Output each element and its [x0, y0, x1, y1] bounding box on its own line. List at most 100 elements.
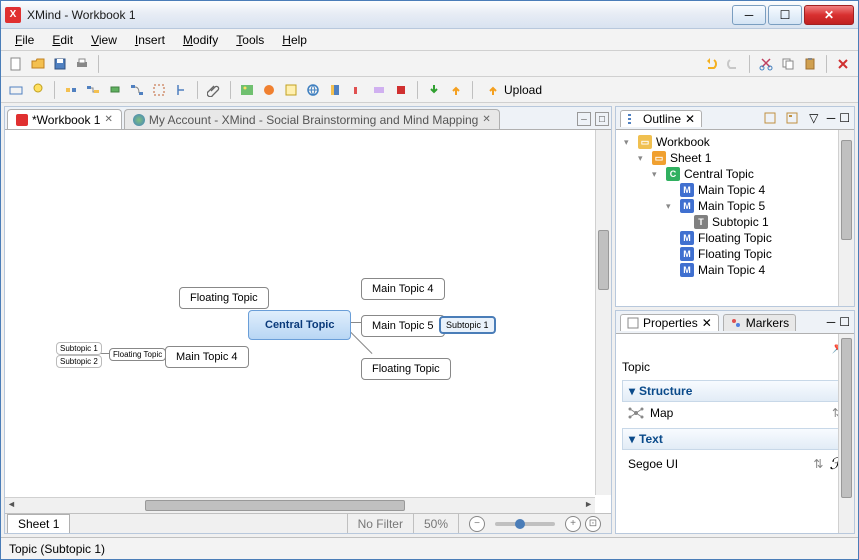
- marker-icon[interactable]: [260, 81, 278, 99]
- tree-mt4[interactable]: MMain Topic 4: [620, 182, 832, 198]
- bulb-icon[interactable]: [29, 81, 47, 99]
- node-floating-2[interactable]: Floating Topic: [361, 358, 451, 380]
- record-icon[interactable]: [392, 81, 410, 99]
- save-icon[interactable]: [51, 55, 69, 73]
- tree-float1[interactable]: MFloating Topic: [620, 230, 832, 246]
- node-subtopic-1b[interactable]: Subtopic 1: [56, 342, 102, 355]
- node-main-topic-4b[interactable]: Main Topic 4: [165, 346, 249, 368]
- undo-icon[interactable]: [702, 55, 720, 73]
- close-icon[interactable]: ✕: [685, 112, 695, 126]
- node-subtopic-2[interactable]: Subtopic 2: [56, 355, 102, 368]
- globe-icon: [133, 114, 145, 126]
- close-button[interactable]: ✕: [804, 5, 854, 25]
- minimize-panel-icon[interactable]: ─: [827, 315, 836, 329]
- tree-mt5[interactable]: ▾MMain Topic 5: [620, 198, 832, 214]
- node-subtopic-1[interactable]: Subtopic 1: [439, 316, 496, 334]
- tree-mt4b[interactable]: MMain Topic 4: [620, 262, 832, 278]
- minimize-panel-icon[interactable]: ─: [827, 111, 836, 125]
- image-icon[interactable]: [238, 81, 256, 99]
- upload-button[interactable]: Upload: [480, 81, 548, 99]
- outline-view-icon[interactable]: [761, 109, 779, 127]
- node-main-topic-5[interactable]: Main Topic 5: [361, 315, 445, 337]
- boundary-icon[interactable]: [150, 81, 168, 99]
- maximize-panel-icon[interactable]: ☐: [839, 315, 850, 329]
- node-floating-1[interactable]: Floating Topic: [179, 287, 269, 309]
- menu-edit[interactable]: Edit: [44, 31, 81, 49]
- sheet-tab[interactable]: Sheet 1: [7, 514, 70, 533]
- maximize-button[interactable]: ☐: [768, 5, 802, 25]
- menu-insert[interactable]: Insert: [127, 31, 173, 49]
- zoom-out-button[interactable]: −: [469, 516, 485, 532]
- node-main-topic-4a[interactable]: Main Topic 4: [361, 278, 445, 300]
- titlebar[interactable]: X XMind - Workbook 1 ─ ☐ ✕: [1, 1, 858, 29]
- zoom-in-button[interactable]: +: [565, 516, 581, 532]
- audio-icon[interactable]: [348, 81, 366, 99]
- close-icon[interactable]: ✕: [702, 316, 712, 330]
- status-text: Topic (Subtopic 1): [9, 542, 105, 556]
- upload-arrow-icon[interactable]: [447, 81, 465, 99]
- tree-float2[interactable]: MFloating Topic: [620, 246, 832, 262]
- task-icon[interactable]: [370, 81, 388, 99]
- link-icon[interactable]: [304, 81, 322, 99]
- menu-view[interactable]: View: [83, 31, 125, 49]
- node-floating-3[interactable]: Floating Topic: [109, 348, 166, 361]
- menu-tools[interactable]: Tools: [228, 31, 272, 49]
- menu-help[interactable]: Help: [274, 31, 315, 49]
- font-value[interactable]: Segoe UI: [628, 457, 807, 471]
- open-icon[interactable]: [29, 55, 47, 73]
- minimize-view-icon[interactable]: ─: [577, 112, 591, 126]
- tab-workbook[interactable]: *Workbook 1 ✕: [7, 109, 122, 129]
- minimize-button[interactable]: ─: [732, 5, 766, 25]
- notes-icon[interactable]: [282, 81, 300, 99]
- overview-icon[interactable]: [7, 81, 25, 99]
- redo-icon[interactable]: [724, 55, 742, 73]
- menu-file[interactable]: File: [7, 31, 42, 49]
- menu-modify[interactable]: Modify: [175, 31, 226, 49]
- canvas-vertical-scrollbar[interactable]: [595, 130, 611, 495]
- topic-label: Topic: [622, 358, 848, 376]
- close-tab-icon[interactable]: ✕: [482, 114, 490, 125]
- outline-view2-icon[interactable]: [783, 109, 801, 127]
- new-icon[interactable]: [7, 55, 25, 73]
- tree-workbook[interactable]: ▾▭Workbook: [620, 134, 832, 150]
- properties-tab[interactable]: Properties ✕: [620, 314, 719, 331]
- editor-statusbar: Sheet 1 No Filter 50% − + ⊡: [5, 513, 611, 533]
- markers-tab[interactable]: Markers: [723, 314, 796, 331]
- download-icon[interactable]: [425, 81, 443, 99]
- outline-scrollbar[interactable]: [838, 130, 854, 306]
- attachment-icon[interactable]: [205, 81, 223, 99]
- label-icon[interactable]: [326, 81, 344, 99]
- zoom-fit-button[interactable]: ⊡: [585, 516, 601, 532]
- print-icon[interactable]: [73, 55, 91, 73]
- filter-status[interactable]: No Filter: [347, 514, 413, 533]
- structure-value[interactable]: Map: [650, 406, 826, 420]
- paste-icon[interactable]: [801, 55, 819, 73]
- panel-menu-icon[interactable]: ▽: [805, 109, 823, 127]
- zoom-level[interactable]: 50%: [413, 514, 458, 533]
- floating-icon[interactable]: [106, 81, 124, 99]
- delete-icon[interactable]: [834, 55, 852, 73]
- maximize-view-icon[interactable]: ☐: [595, 112, 609, 126]
- maximize-panel-icon[interactable]: ☐: [839, 111, 850, 125]
- text-section-header[interactable]: ▾Text: [622, 428, 848, 450]
- menubar: File Edit View Insert Modify Tools Help: [1, 29, 858, 51]
- node-central[interactable]: Central Topic: [248, 310, 351, 340]
- copy-icon[interactable]: [779, 55, 797, 73]
- relationship-icon[interactable]: [128, 81, 146, 99]
- subtopic-icon[interactable]: [84, 81, 102, 99]
- tree-central[interactable]: ▾CCentral Topic: [620, 166, 832, 182]
- properties-scrollbar[interactable]: [838, 334, 854, 533]
- canvas-horizontal-scrollbar[interactable]: [5, 497, 595, 513]
- structure-section-header[interactable]: ▾Structure: [622, 380, 848, 402]
- zoom-slider[interactable]: [495, 522, 555, 526]
- mindmap-canvas[interactable]: Central Topic Main Topic 4 Main Topic 5 …: [5, 129, 611, 513]
- outline-tab[interactable]: Outline ✕: [620, 110, 702, 127]
- font-spinner[interactable]: ⇅: [813, 457, 823, 471]
- summary-icon[interactable]: [172, 81, 190, 99]
- tree-sheet[interactable]: ▾▭Sheet 1: [620, 150, 832, 166]
- topic-icon[interactable]: [62, 81, 80, 99]
- tab-browser[interactable]: My Account - XMind - Social Brainstormin…: [124, 109, 500, 129]
- close-tab-icon[interactable]: ✕: [104, 114, 112, 125]
- tree-sub1[interactable]: TSubtopic 1: [620, 214, 832, 230]
- cut-icon[interactable]: [757, 55, 775, 73]
